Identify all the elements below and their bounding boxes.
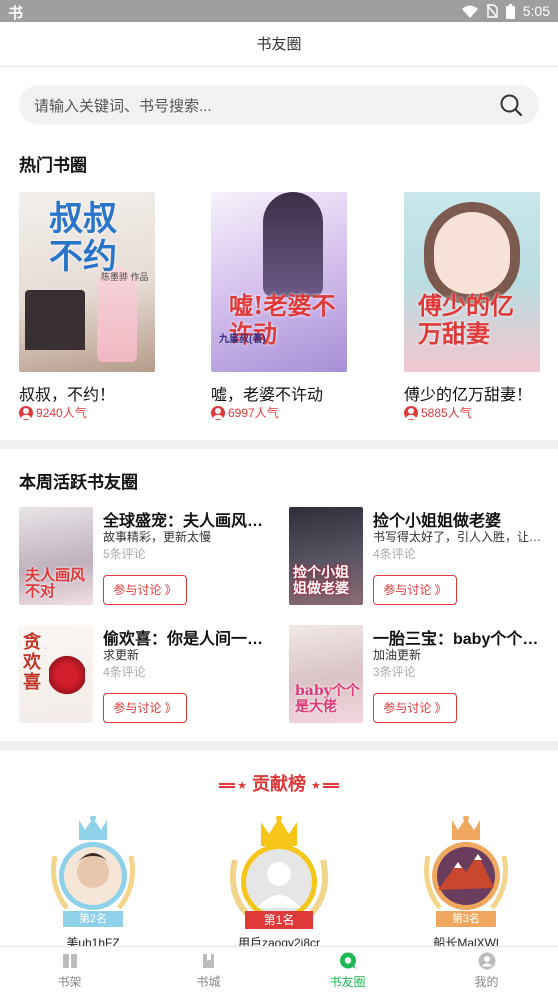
book-cover[interactable]: 傅少的亿万甜妻 xyxy=(404,192,540,372)
bookstore-icon xyxy=(203,954,214,968)
profile-icon xyxy=(478,952,496,970)
battery-icon xyxy=(505,3,515,19)
popularity-count: 9240人气 xyxy=(36,406,87,420)
status-bar: 书 5:05 xyxy=(0,0,558,22)
comment-count: 4条评论 xyxy=(103,665,146,679)
book-cover[interactable]: baby个个是大佬 xyxy=(289,625,363,723)
book-name[interactable]: 叔叔，不约！ xyxy=(19,381,115,405)
active-section-title: 本周活跃书友圈 xyxy=(19,473,138,492)
book-cover[interactable]: 夫人画风不对 xyxy=(19,507,93,605)
search-icon[interactable] xyxy=(499,93,523,117)
cover-title: 叔叔不约 xyxy=(49,199,117,277)
ranking-title-text: 贡献榜 xyxy=(252,774,306,794)
cover-face-illustration xyxy=(434,212,510,294)
cover-piano-illustration xyxy=(25,290,85,350)
tab-bookshelf[interactable]: 书架 xyxy=(0,947,139,992)
user-icon xyxy=(211,405,225,420)
comment-count: 4条评论 xyxy=(373,547,416,561)
popularity: 5885人气 xyxy=(404,404,472,421)
book-cover[interactable]: 嘘!老婆不许动 九皇叔(著) xyxy=(211,192,347,372)
join-discussion-button[interactable]: 参与讨论 》 xyxy=(373,575,457,605)
search-bar[interactable]: 请输入关键词、书号搜索... xyxy=(19,85,539,125)
no-sim-icon xyxy=(486,4,498,18)
book-cover[interactable]: 捡个小姐姐做老婆 xyxy=(289,507,363,605)
popularity-count: 6997人气 xyxy=(228,406,279,420)
bookshelf-icon xyxy=(63,954,77,968)
popularity: 6997人气 xyxy=(211,404,279,421)
user-icon xyxy=(404,405,418,420)
page-title: 书友圈 xyxy=(0,22,558,67)
rank-user-second[interactable]: 第2名 美uh1hFZ xyxy=(23,816,163,950)
title-decoration xyxy=(219,782,236,788)
circle-latest-comment: 书写得太好了，引人入胜，让… xyxy=(373,530,542,544)
tab-label: 我的 xyxy=(474,975,499,989)
hot-book-list: 叔叔不约 陈墨骅 作品 叔叔，不约！ 9240人气 嘘!老婆不许动 九皇叔(著)… xyxy=(0,192,558,424)
cover-title: 夫人画风不对 xyxy=(25,566,86,600)
active-circle-item[interactable]: 捡个小姐姐做老婆 捡个小姐姐做老婆 书写得太好了，引人入胜，让… 4条评论 参与… xyxy=(289,507,551,607)
rank-label: 第1名 xyxy=(245,911,313,929)
cover-title: 捡个小姐姐做老婆 xyxy=(293,565,349,597)
active-circle-item[interactable]: 贪欢喜 偷欢喜：你是人间一… 求更新 4条评论 参与讨论 》 xyxy=(19,625,281,725)
bottom-tab-bar: 书架 书城 书友圈 我的 xyxy=(0,946,558,992)
cover-author: 九皇叔(著) xyxy=(219,334,266,345)
hot-section-title: 热门书圈 xyxy=(19,156,87,175)
popularity: 9240人气 xyxy=(19,404,87,421)
cover-couple-illustration xyxy=(263,192,323,297)
circle-latest-comment: 求更新 xyxy=(103,648,140,662)
book-cover[interactable]: 叔叔不约 陈墨骅 作品 xyxy=(19,192,155,372)
star-icon: ★ xyxy=(311,779,321,792)
comment-count: 5条评论 xyxy=(103,547,146,561)
star-icon: ★ xyxy=(237,779,247,792)
circle-latest-comment: 加油更新 xyxy=(373,648,422,662)
rank-user-third[interactable]: 第3名 船长MalXWl xyxy=(396,816,536,950)
user-icon xyxy=(19,405,33,420)
ranking-title: ★ 贡献榜 ★ xyxy=(0,770,558,796)
cover-title: 贪欢喜 xyxy=(23,632,41,693)
status-time: 5:05 xyxy=(522,3,550,19)
title-decoration xyxy=(322,782,339,788)
book-name[interactable]: 傅少的亿万甜妻！ xyxy=(404,381,532,405)
tab-label: 书架 xyxy=(57,975,82,989)
cover-rose-illustration xyxy=(49,655,85,695)
tab-bookstore[interactable]: 书城 xyxy=(139,947,278,992)
book-name[interactable]: 嘘，老婆不许动 xyxy=(211,381,323,405)
rank-user-first[interactable]: 第1名 用戶zaoqy2j8cr xyxy=(209,816,349,950)
join-discussion-button[interactable]: 参与讨论 》 xyxy=(373,693,457,723)
rank-label: 第2名 xyxy=(63,911,123,927)
book-cover[interactable]: 贪欢喜 xyxy=(19,625,93,723)
tab-book-friends[interactable]: 书友圈 xyxy=(278,947,417,992)
tab-label: 书城 xyxy=(196,975,221,989)
popularity-count: 5885人气 xyxy=(421,406,472,420)
app-notification-icon: 书 xyxy=(8,5,24,22)
cover-author: 陈墨骅 作品 xyxy=(101,272,149,282)
tab-profile[interactable]: 我的 xyxy=(417,947,556,992)
active-circle-item[interactable]: 夫人画风不对 全球盛宠：夫人画风… 故事精彩，更新太慢 5条评论 参与讨论 》 xyxy=(19,507,281,607)
active-circle-item[interactable]: baby个个是大佬 一胎三宝：baby个个… 加油更新 3条评论 参与讨论 》 xyxy=(289,625,551,725)
section-divider xyxy=(0,741,558,750)
cover-title: 傅少的亿万甜妻 xyxy=(418,291,514,348)
join-discussion-button[interactable]: 参与讨论 》 xyxy=(103,693,187,723)
circle-latest-comment: 故事精彩，更新太慢 xyxy=(103,530,212,544)
search-placeholder[interactable]: 请输入关键词、书号搜索... xyxy=(34,95,212,116)
comment-count: 3条评论 xyxy=(373,665,416,679)
tab-label: 书友圈 xyxy=(329,975,366,989)
wifi-icon xyxy=(461,5,478,18)
cover-title: baby个个是大佬 xyxy=(295,683,360,715)
section-divider xyxy=(0,440,558,449)
chat-icon xyxy=(340,952,356,969)
join-discussion-button[interactable]: 参与讨论 》 xyxy=(103,575,187,605)
rank-label: 第3名 xyxy=(436,911,496,927)
